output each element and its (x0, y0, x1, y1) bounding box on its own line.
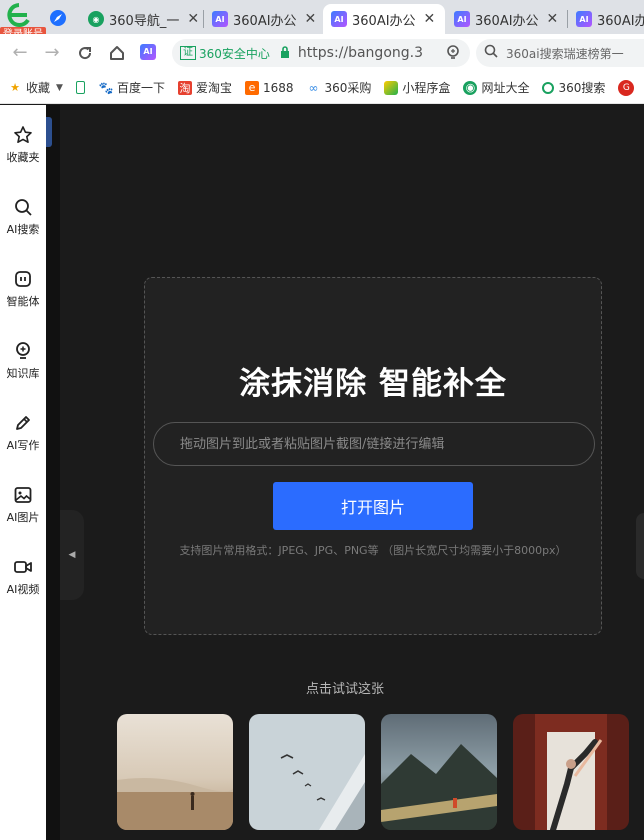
bulb-icon[interactable] (446, 45, 460, 65)
star-icon (14, 126, 32, 143)
ai-sidebar: 收藏夹 AI搜索 智能体 知识库 AI写作 AI图片 AI视频 (0, 105, 46, 840)
tab-label: 360AI办公 (352, 13, 416, 29)
browser-search-box[interactable]: 360ai搜索瑞速榜第一 (476, 39, 644, 67)
video-icon (14, 561, 32, 573)
bookmark-360-search[interactable]: 360搜索 (542, 79, 605, 96)
browser-toolbar: ← → AI 证 360安全中心 https://bangong.3 360ai… (0, 34, 644, 72)
ai-icon: AI (212, 11, 228, 27)
360-icon: ◉ (463, 80, 478, 95)
taobao-icon: 淘 (177, 80, 192, 95)
tab-ai-office-active[interactable]: AI 360AI办公 ✕ (323, 4, 445, 34)
sidebar-item-ai-video[interactable]: AI视频 (0, 557, 46, 597)
tab-ai-office-4[interactable]: AI 360AI办公 (568, 4, 644, 34)
tab-360-nav[interactable]: ◉ 360导航_一 ✕ (80, 4, 202, 34)
bookmark-mini-programs[interactable]: 小程序盒 (384, 79, 450, 96)
sidebar-item-label: AI视频 (6, 583, 40, 596)
bookmark-1688[interactable]: e 1688 (244, 80, 294, 95)
bookmark-taobao[interactable]: 淘 爱淘宝 (177, 79, 232, 96)
sidebar-item-label: AI写作 (6, 439, 40, 452)
bookmark-mobile[interactable] (75, 81, 89, 94)
page-title: 涂抹消除 智能补全 (239, 366, 507, 402)
right-panel-handle[interactable] (636, 513, 644, 579)
search-icon (542, 81, 555, 94)
app-box-icon (384, 80, 399, 95)
reload-icon[interactable] (75, 43, 95, 63)
sidebar-item-ai-writing[interactable]: AI写作 (0, 413, 46, 453)
lock-icon (280, 45, 290, 61)
left-rail (46, 105, 60, 840)
sample-image-beach[interactable] (117, 714, 233, 830)
tab-ai-office-1[interactable]: AI 360AI办公 ✕ (204, 4, 322, 34)
game-icon: G (618, 79, 635, 96)
search-icon (484, 44, 498, 62)
close-icon[interactable]: ✕ (187, 11, 199, 27)
url-text[interactable]: https://bangong.3 (298, 45, 438, 61)
rail-indicator[interactable] (46, 117, 52, 147)
bookmark-favorites[interactable]: ★ 收藏 ▼ (8, 79, 63, 96)
home-icon[interactable] (107, 43, 127, 63)
sidebar-item-label: AI图片 (6, 511, 40, 524)
back-arrow-icon[interactable]: ← (10, 43, 30, 63)
ai-icon: AI (454, 11, 470, 27)
360-icon: ∞ (308, 80, 319, 95)
close-icon[interactable]: ✕ (305, 11, 317, 27)
tab-label: 360AI办公 (233, 13, 297, 29)
sample-image-mountain[interactable] (381, 714, 497, 830)
bookmarks-bar: ★ 收藏 ▼ 🐾 百度一下 淘 爱淘宝 e 1688 ∞ 360采购 小程序盒 … (0, 72, 644, 104)
sidebar-item-ai-search[interactable]: AI搜索 (0, 197, 46, 237)
bookmark-extra[interactable]: G (618, 79, 638, 96)
star-icon: ★ (10, 81, 20, 94)
upload-dropzone[interactable]: 涂抹消除 智能补全 打开图片 支持图片常用格式：JPEG、JPG、PNG等 （图… (144, 277, 602, 635)
image-link-input[interactable] (153, 422, 595, 466)
sidebar-item-ai-image[interactable]: AI图片 (0, 485, 46, 525)
sidebar-item-label: AI搜索 (6, 223, 40, 236)
certificate-icon: 证 (180, 46, 196, 60)
bookmark-baidu[interactable]: 🐾 百度一下 (98, 79, 164, 96)
tab-label: 360AI办公 (475, 13, 539, 29)
compass-icon[interactable] (50, 10, 66, 26)
format-hint: 支持图片常用格式：JPEG、JPG、PNG等 （图片长宽尺寸均需要小于8000p… (179, 544, 567, 557)
image-editor-main: ◀ 涂抹消除 智能补全 打开图片 支持图片常用格式：JPEG、JPG、PNG等 … (46, 105, 644, 840)
bookmark-360-purchase[interactable]: ∞ 360采购 (307, 79, 372, 96)
browser-e-logo-icon (7, 3, 30, 27)
caret-left-icon: ◀ (68, 550, 76, 560)
agent-icon (15, 271, 31, 287)
360-icon: ◉ (88, 11, 104, 27)
sidebar-item-knowledge[interactable]: 知识库 (0, 341, 46, 381)
tab-strip: 登录账号 ◉ 360导航_一 ✕ AI 360AI办公 ✕ AI 360AI办公… (0, 0, 644, 42)
caret-down-icon[interactable]: ▼ (56, 83, 63, 93)
ai-assistant-icon[interactable]: AI (140, 44, 156, 60)
baidu-icon: 🐾 (98, 80, 114, 95)
pen-icon (16, 416, 30, 430)
tab-label: 360导航_一 (109, 13, 180, 29)
address-bar[interactable]: 证 360安全中心 https://bangong.3 (172, 39, 470, 67)
search-placeholder: 360ai搜索瑞速榜第一 (506, 46, 624, 61)
sidebar-item-label: 收藏夹 (6, 151, 40, 164)
sidebar-item-favorites[interactable]: 收藏夹 (0, 125, 46, 165)
mobile-icon (75, 81, 85, 94)
search-icon (15, 199, 32, 216)
1688-icon: e (244, 80, 259, 95)
bulb-icon (16, 342, 30, 359)
ai-icon: AI (331, 11, 347, 27)
open-image-button[interactable]: 打开图片 (273, 482, 473, 530)
bookmark-site-directory[interactable]: ◉ 网址大全 (463, 79, 529, 96)
close-icon[interactable]: ✕ (424, 11, 436, 27)
security-badge[interactable]: 证 360安全中心 (180, 45, 270, 62)
forward-arrow-icon[interactable]: → (42, 43, 62, 63)
sidebar-item-agents[interactable]: 智能体 (0, 269, 46, 309)
sample-image-birds[interactable] (249, 714, 365, 830)
tab-ai-office-3[interactable]: AI 360AI办公 ✕ (446, 4, 566, 34)
sidebar-item-label: 知识库 (6, 367, 40, 380)
close-icon[interactable]: ✕ (547, 11, 559, 27)
ai-icon: AI (576, 11, 592, 27)
try-sample-label: 点击试试这张 (305, 682, 384, 697)
image-icon (14, 487, 32, 503)
collapse-handle[interactable]: ◀ (60, 510, 84, 600)
sample-image-dancer[interactable] (513, 714, 629, 830)
tab-label: 360AI办公 (597, 13, 644, 29)
sidebar-item-label: 智能体 (6, 295, 40, 308)
